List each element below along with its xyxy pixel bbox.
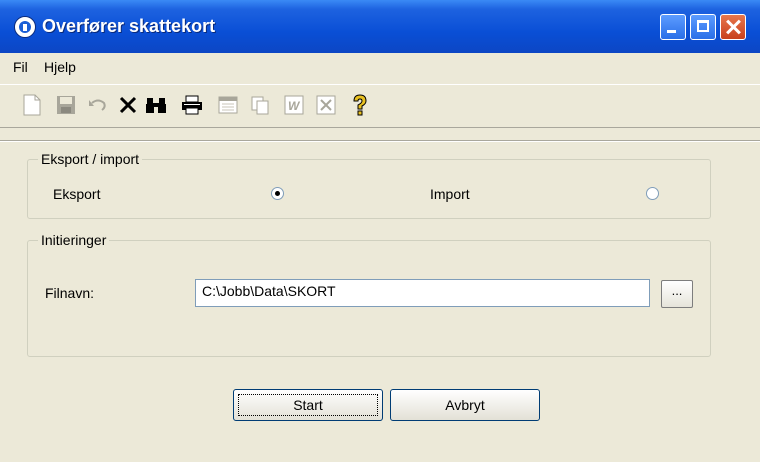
new-document-icon[interactable]: [20, 93, 44, 117]
excel-icon[interactable]: [314, 93, 338, 117]
import-radio[interactable]: [646, 187, 659, 200]
export-radio[interactable]: [271, 187, 284, 200]
print-icon[interactable]: [180, 93, 204, 117]
close-button[interactable]: [720, 14, 746, 40]
menu-hjelp[interactable]: Hjelp: [44, 59, 76, 75]
start-button[interactable]: Start: [233, 389, 383, 421]
app-icon: [14, 16, 36, 38]
svg-text:W: W: [288, 99, 301, 113]
find-icon[interactable]: [144, 93, 168, 117]
delete-icon[interactable]: [116, 93, 140, 117]
export-import-title: Eksport / import: [38, 151, 143, 167]
menu-bar: Fil Hjelp: [0, 53, 760, 83]
menu-fil[interactable]: Fil: [13, 59, 28, 75]
filename-label: Filnavn:: [45, 285, 95, 301]
cancel-label: Avbryt: [445, 397, 485, 413]
focus-rect: [238, 394, 378, 416]
calendar-icon[interactable]: [216, 93, 240, 117]
filename-input[interactable]: C:\Jobb\Data\SKORT: [195, 279, 650, 307]
copy-icon[interactable]: [248, 93, 272, 117]
help-icon[interactable]: [348, 93, 372, 117]
cancel-button[interactable]: Avbryt: [390, 389, 540, 421]
window-title: Overfører skattekort: [42, 16, 216, 36]
word-icon[interactable]: W: [282, 93, 306, 117]
import-label: Import: [430, 186, 470, 202]
undo-icon[interactable]: [86, 93, 110, 117]
browse-button[interactable]: ...: [661, 280, 693, 308]
title-bar[interactable]: Overfører skattekort: [0, 0, 760, 53]
toolbar: W: [0, 84, 760, 128]
maximize-button[interactable]: [690, 14, 716, 40]
export-import-group: Eksport / import: [27, 151, 711, 219]
export-label: Eksport: [53, 186, 101, 202]
minimize-button[interactable]: [660, 14, 686, 40]
save-icon[interactable]: [54, 93, 78, 117]
init-title: Initieringer: [38, 232, 110, 248]
separator: [0, 140, 760, 142]
